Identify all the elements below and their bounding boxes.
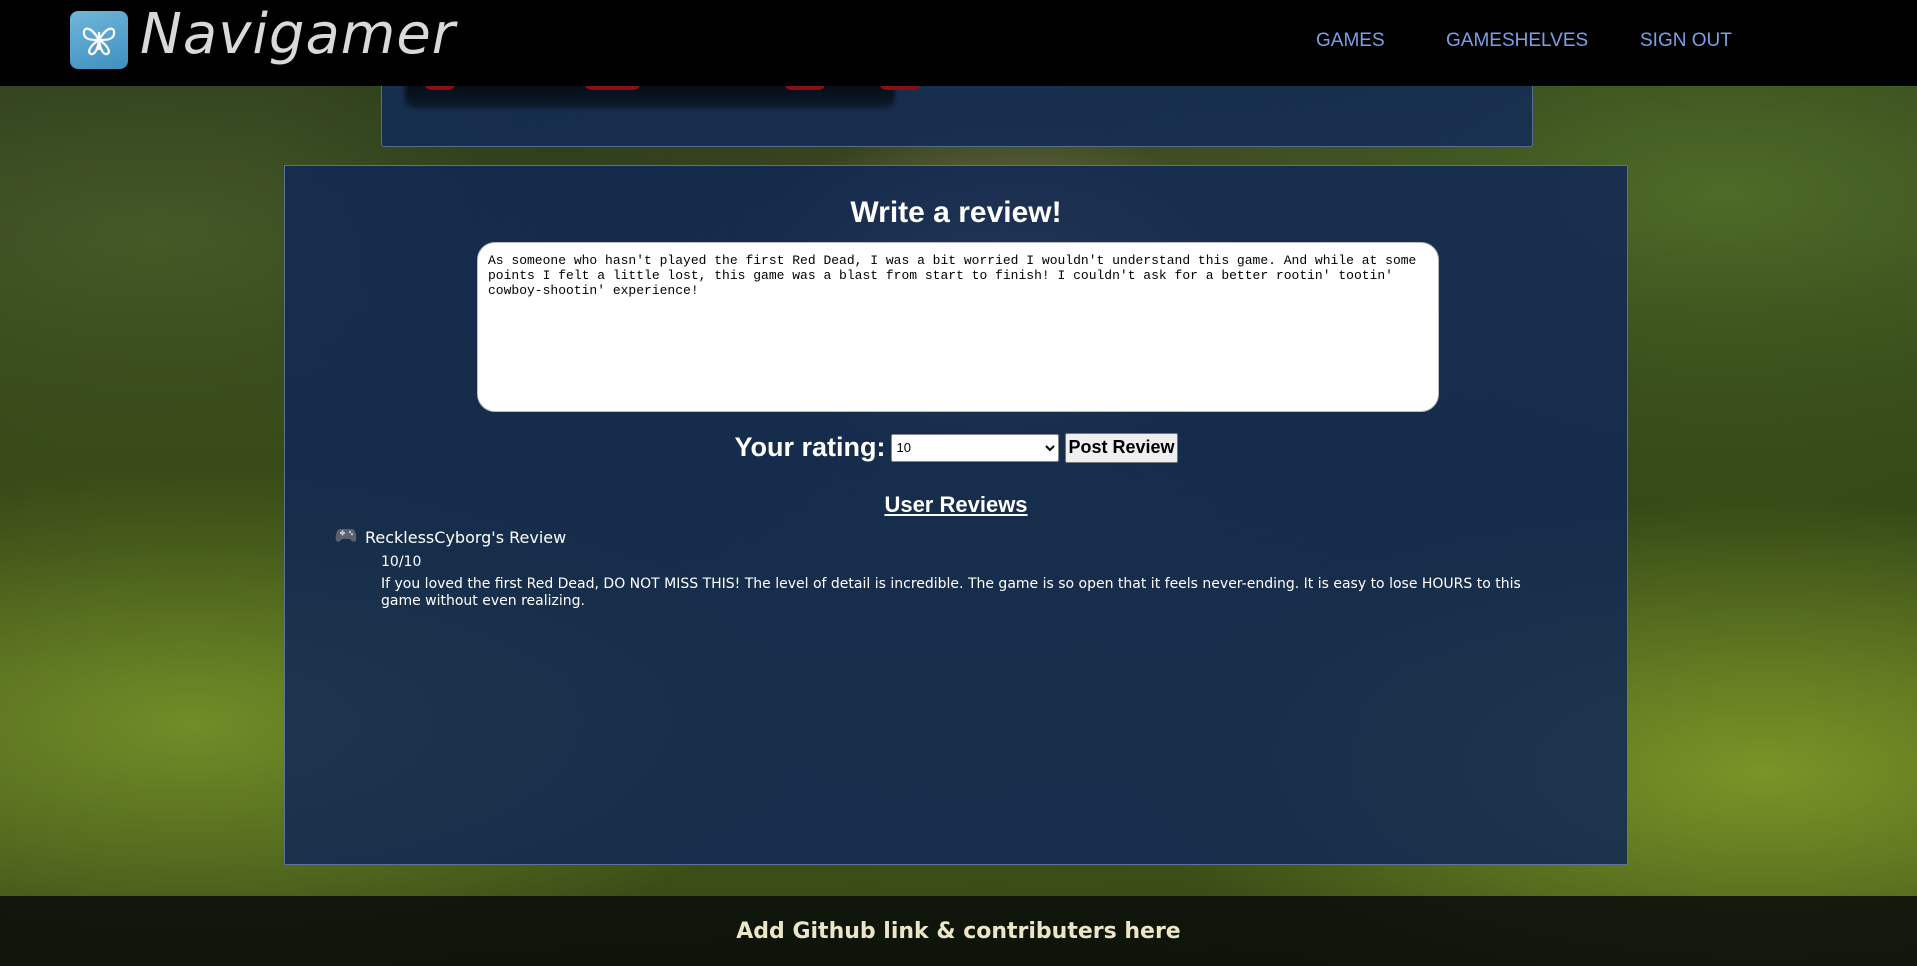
footer: Add Github link & contributers here (0, 896, 1917, 966)
post-review-button[interactable]: Post Review (1065, 432, 1178, 463)
rating-row: Your rating: 10 Post Review (285, 432, 1627, 463)
nav-link-games[interactable]: GAMES (1316, 30, 1385, 52)
butterfly-icon[interactable] (70, 11, 128, 69)
review-score: 10/10 (381, 554, 422, 570)
review-header: RecklessCyborg's Review (335, 526, 1575, 548)
review-textarea[interactable]: As someone who hasn't played the first R… (477, 242, 1439, 412)
user-reviews-heading: User Reviews (884, 492, 1028, 517)
write-review-title: Write a review! (850, 196, 1062, 229)
nav-link-sign-out[interactable]: SIGN OUT (1640, 30, 1732, 52)
brand-logo-text[interactable]: Navigamer (140, 2, 456, 67)
review-body: If you loved the first Red Dead, DO NOT … (381, 576, 1521, 609)
rating-label: Your rating: (734, 432, 886, 462)
gamepad-icon (335, 526, 357, 548)
nav-link-gameshelves[interactable]: GAMESHELVES (1446, 30, 1588, 52)
review-author: RecklessCyborg's Review (365, 527, 567, 547)
footer-text: Add Github link & contributers here (736, 918, 1181, 944)
review-item: RecklessCyborg's Review 10/10 If you lov… (335, 526, 1575, 610)
top-navbar: Navigamer GAMES GAMESHELVES SIGN OUT (0, 0, 1917, 86)
rating-select[interactable]: 10 (891, 433, 1060, 462)
review-panel: Write a review! As someone who hasn't pl… (284, 165, 1628, 865)
